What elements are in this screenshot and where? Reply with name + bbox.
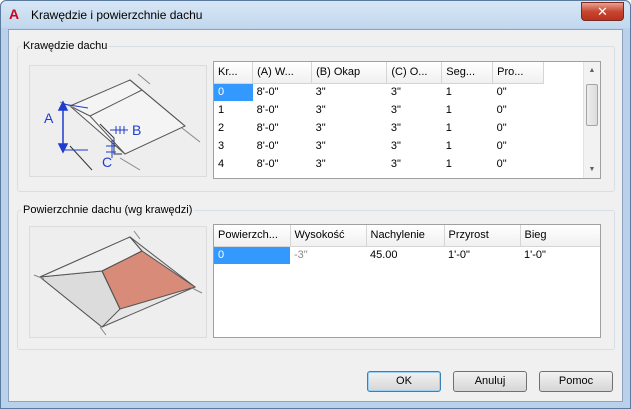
- roof-edges-group-label: Krawędzie dachu: [21, 40, 110, 52]
- roof-edges-scrollbar[interactable]: ▲ ▼: [583, 62, 600, 178]
- scrollbar-thumb[interactable]: [586, 84, 598, 126]
- table-cell: -3": [294, 249, 308, 262]
- column-header-wall-height[interactable]: (A) W...: [252, 62, 313, 84]
- ok-button[interactable]: OK: [367, 371, 441, 392]
- table-row[interactable]: 1 8'-0" 3" 3" 1 0": [214, 101, 544, 119]
- roof-edges-table[interactable]: Kr... (A) W... (B) Okap (C) O... Seg... …: [213, 61, 601, 179]
- roof-edges-illustration: A B C: [29, 65, 207, 177]
- table-row[interactable]: 2 8'-0" 3" 3" 1 0": [214, 119, 544, 137]
- table-cell[interactable]: 1: [442, 101, 493, 119]
- roof-edges-header-row: Kr... (A) W... (B) Okap (C) O... Seg... …: [214, 62, 544, 84]
- cancel-button[interactable]: Anuluj: [453, 371, 527, 392]
- scroll-up-arrow-icon[interactable]: ▲: [584, 62, 600, 79]
- table-row[interactable]: 0 -3" 45.00 1'-0" 1'-0": [214, 246, 600, 264]
- roof-faces-illustration: [29, 226, 207, 338]
- column-header-face[interactable]: Powierzch...: [214, 225, 291, 247]
- table-cell[interactable]: 0": [493, 137, 544, 155]
- table-cell[interactable]: 8'-0": [253, 83, 312, 101]
- column-header-overhang[interactable]: (B) Okap: [311, 62, 388, 84]
- table-cell[interactable]: 45.00: [366, 246, 444, 264]
- table-cell[interactable]: 0": [493, 83, 544, 101]
- table-cell[interactable]: 0": [493, 119, 544, 137]
- roof-faces-table[interactable]: Powierzch... Wysokość Nachylenie Przyros…: [213, 224, 601, 338]
- dialog-window: A Krawędzie i powierzchnie dachu ✕ Krawę…: [0, 0, 631, 409]
- table-cell[interactable]: 8'-0": [253, 119, 312, 137]
- table-cell[interactable]: 3": [387, 137, 442, 155]
- table-cell[interactable]: 0": [493, 155, 544, 173]
- table-cell[interactable]: 1: [442, 119, 493, 137]
- table-cell[interactable]: 4: [214, 155, 253, 173]
- table-cell[interactable]: 1'-0": [444, 246, 520, 264]
- scroll-down-arrow-icon[interactable]: ▼: [584, 161, 600, 178]
- roof-faces-header-row: Powierzch... Wysokość Nachylenie Przyros…: [214, 225, 600, 247]
- table-cell[interactable]: 3": [387, 83, 442, 101]
- table-cell[interactable]: 1: [442, 155, 493, 173]
- table-cell[interactable]: 2: [214, 119, 253, 137]
- table-cell[interactable]: 3: [214, 137, 253, 155]
- roof-faces-group-label: Powierzchnie dachu (wg krawędzi): [21, 204, 195, 216]
- table-cell[interactable]: 3": [312, 155, 387, 173]
- table-cell[interactable]: 3": [312, 101, 387, 119]
- column-header-run[interactable]: Bieg: [520, 225, 600, 247]
- table-cell[interactable]: 3": [312, 83, 387, 101]
- dimension-label-a: A: [44, 110, 54, 126]
- table-cell[interactable]: 0": [493, 101, 544, 119]
- title-bar[interactable]: A Krawędzie i powierzchnie dachu ✕: [1, 1, 630, 28]
- table-cell[interactable]: 0: [214, 83, 253, 101]
- table-cell[interactable]: 3": [387, 119, 442, 137]
- column-header-edge[interactable]: Kr...: [214, 62, 254, 84]
- table-cell[interactable]: 1: [214, 101, 253, 119]
- column-header-height[interactable]: Wysokość: [290, 225, 367, 247]
- column-header-profile[interactable]: Pro...: [492, 62, 544, 84]
- table-cell[interactable]: 8'-0": [253, 137, 312, 155]
- dialog-client-area: Krawędzie dachu A B C Kr... (A) W... (B)…: [8, 29, 623, 402]
- column-header-slope[interactable]: Nachylenie: [366, 225, 445, 247]
- column-header-rise[interactable]: Przyrost: [444, 225, 521, 247]
- column-header-c[interactable]: (C) O...: [386, 62, 443, 84]
- table-cell[interactable]: 3": [387, 155, 442, 173]
- close-button[interactable]: ✕: [581, 2, 624, 21]
- table-cell[interactable]: 3": [312, 119, 387, 137]
- dimension-label-c: C: [102, 154, 112, 170]
- table-row[interactable]: 0 8'-0" 3" 3" 1 0": [214, 83, 544, 101]
- column-header-segments[interactable]: Seg...: [441, 62, 494, 84]
- table-cell[interactable]: 3": [312, 137, 387, 155]
- table-cell[interactable]: 1'-0": [520, 246, 600, 264]
- table-cell[interactable]: 8'-0": [253, 101, 312, 119]
- table-cell[interactable]: 1: [442, 137, 493, 155]
- table-row[interactable]: 4 8'-0" 3" 3" 1 0": [214, 155, 544, 173]
- table-cell[interactable]: 3": [387, 101, 442, 119]
- dialog-title: Krawędzie i powierzchnie dachu: [31, 8, 203, 22]
- dimension-label-b: B: [132, 122, 141, 138]
- table-cell[interactable]: 8'-0": [253, 155, 312, 173]
- help-button[interactable]: Pomoc: [539, 371, 613, 392]
- autocad-app-icon: A: [9, 6, 20, 22]
- table-cell[interactable]: 0: [214, 246, 290, 264]
- table-row[interactable]: 3 8'-0" 3" 3" 1 0": [214, 137, 544, 155]
- table-cell[interactable]: 1: [442, 83, 493, 101]
